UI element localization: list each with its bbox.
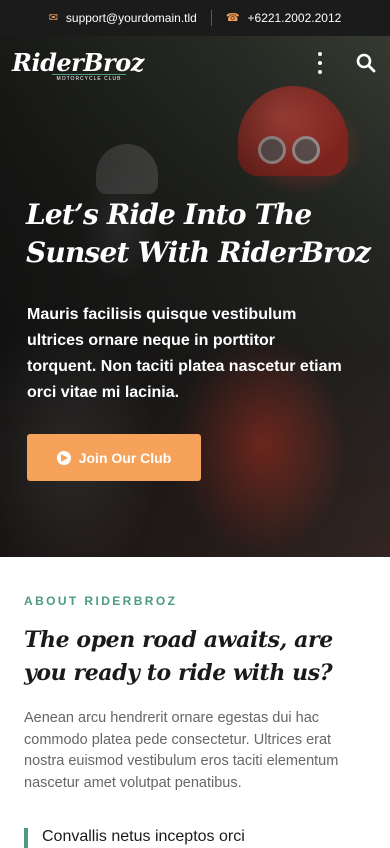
join-club-button[interactable]: Join Our Club <box>27 434 201 481</box>
contact-divider <box>210 10 212 26</box>
envelope-icon: ✉ <box>48 11 58 24</box>
search-icon[interactable] <box>356 53 376 73</box>
contact-phone[interactable]: ☎ +6221.2002.2012 <box>226 11 341 25</box>
hero-title: Let’s Ride Into The Sunset With RiderBro… <box>26 198 371 269</box>
brand-logo[interactable]: RiderBroz MOTORCYCLE CLUB <box>12 48 144 82</box>
kebab-menu-icon[interactable] <box>312 52 328 74</box>
phone-icon: ☎ <box>225 11 240 24</box>
hero-description: Mauris facilisis quisque vestibulum ultr… <box>27 306 342 401</box>
contact-email[interactable]: ✉ support@yourdomain.tld <box>49 11 197 25</box>
brand-name: RiderBroz <box>12 48 144 77</box>
about-description: Aenean arcu hendrerit ornare egestas dui… <box>24 710 339 791</box>
join-club-label: Join Our Club <box>78 449 172 466</box>
about-section: ABOUT RIDERBROZ The open road awaits, ar… <box>24 594 374 794</box>
about-quote: Convallis netus inceptos orci <box>24 828 364 848</box>
contact-email-text: support@yourdomain.tld <box>65 11 197 25</box>
about-title: The open road awaits, are you ready to r… <box>24 627 333 686</box>
brand-tagline: MOTORCYCLE CLUB <box>52 74 126 82</box>
about-eyebrow: ABOUT RIDERBROZ <box>24 594 178 608</box>
contact-phone-text: +6221.2002.2012 <box>247 11 342 25</box>
top-contact-bar: ✉ support@yourdomain.tld ☎ +6221.2002.20… <box>0 0 390 36</box>
play-circle-icon <box>56 450 71 465</box>
hero-section: RiderBroz MOTORCYCLE CLUB Let’s Ride Int… <box>0 36 390 557</box>
